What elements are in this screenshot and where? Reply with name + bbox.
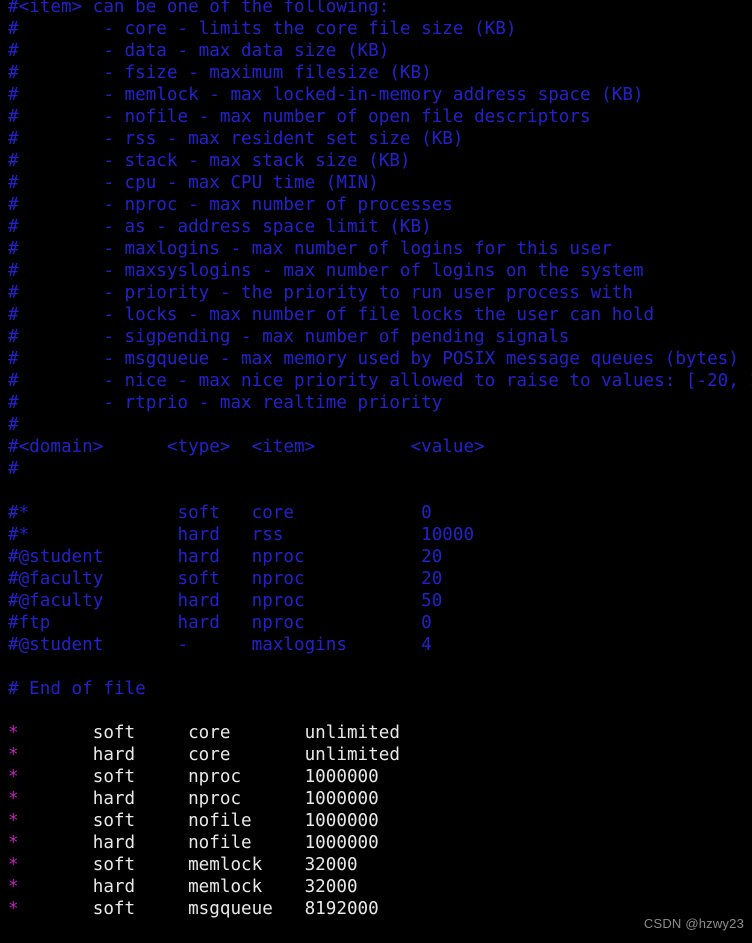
code-segment: # - nproc - max number of processes	[8, 195, 453, 215]
code-segment: # - cpu - max CPU time (MIN)	[8, 173, 379, 193]
code-segment: #	[8, 459, 19, 479]
code-segment: #@student - maxlogins 4	[8, 635, 432, 655]
code-line: # - data - max data size (KB)	[8, 40, 752, 62]
code-segment: soft memlock 32000	[18, 855, 358, 875]
code-segment: *	[8, 811, 19, 831]
code-line: * soft nproc 1000000	[8, 766, 752, 788]
code-segment: #@student hard nproc 20	[8, 547, 443, 567]
code-segment: hard memlock 32000	[18, 877, 358, 897]
code-segment: # - fsize - maximum filesize (KB)	[8, 63, 432, 83]
code-segment: #ftp hard nproc 0	[8, 613, 432, 633]
code-segment: soft msgqueue 8192000	[18, 899, 379, 919]
code-line: # - stack - max stack size (KB)	[8, 150, 752, 172]
code-segment: soft nproc 1000000	[18, 767, 379, 787]
code-line: # - fsize - maximum filesize (KB)	[8, 62, 752, 84]
code-segment: *	[8, 767, 19, 787]
code-segment: # - maxlogins - max number of logins for…	[8, 239, 612, 259]
code-line: # - as - address space limit (KB)	[8, 216, 752, 238]
code-segment: #@faculty soft nproc 20	[8, 569, 443, 589]
code-segment: *	[8, 723, 19, 743]
code-segment: #* soft core 0	[8, 503, 432, 523]
code-line: # - memlock - max locked-in-memory addre…	[8, 84, 752, 106]
code-segment: *	[8, 877, 19, 897]
code-segment: #@faculty hard nproc 50	[8, 591, 443, 611]
code-line: # - sigpending - max number of pending s…	[8, 326, 752, 348]
code-segment: # - core - limits the core file size (KB…	[8, 19, 517, 39]
code-segment: soft nofile 1000000	[18, 811, 379, 831]
code-line: * soft core unlimited	[8, 722, 752, 744]
code-segment: #* hard rss 10000	[8, 525, 475, 545]
code-line: #@faculty hard nproc 50	[8, 590, 752, 612]
code-line: # - rtprio - max realtime priority	[8, 392, 752, 414]
code-line: #* soft core 0	[8, 502, 752, 524]
code-segment: # - locks - max number of file locks the…	[8, 305, 655, 325]
code-line: # - nproc - max number of processes	[8, 194, 752, 216]
code-line: # - priority - the priority to run user …	[8, 282, 752, 304]
code-line: # - nofile - max number of open file des…	[8, 106, 752, 128]
code-segment: *	[8, 899, 19, 919]
code-segment: # - nofile - max number of open file des…	[8, 107, 591, 127]
code-segment: # - nice - max nice priority allowed to …	[8, 371, 752, 391]
code-segment: *	[8, 745, 19, 765]
code-segment: hard core unlimited	[18, 745, 400, 765]
code-line: # - nice - max nice priority allowed to …	[8, 370, 752, 392]
code-segment: *	[8, 833, 19, 853]
code-line: * hard nproc 1000000	[8, 788, 752, 810]
code-segment: # End of file	[8, 679, 146, 699]
code-line: # - cpu - max CPU time (MIN)	[8, 172, 752, 194]
code-segment: # - as - address space limit (KB)	[8, 217, 432, 237]
code-segment: # - maxsyslogins - max number of logins …	[8, 261, 644, 281]
code-line: * hard memlock 32000	[8, 876, 752, 898]
code-line: #	[8, 458, 752, 480]
code-line: # - msgqueue - max memory used by POSIX …	[8, 348, 752, 370]
code-segment: soft core unlimited	[18, 723, 400, 743]
code-segment: #<item> can be one of the following:	[8, 0, 390, 17]
code-segment: # - stack - max stack size (KB)	[8, 151, 411, 171]
code-segment: # - msgqueue - max memory used by POSIX …	[8, 349, 739, 369]
file-content: #<item> can be one of the following: # - …	[8, 0, 752, 920]
code-line: # - maxlogins - max number of logins for…	[8, 238, 752, 260]
code-line: * soft nofile 1000000	[8, 810, 752, 832]
code-line: #* hard rss 10000	[8, 524, 752, 546]
code-line: #	[8, 414, 752, 436]
code-line: # - core - limits the core file size (KB…	[8, 18, 752, 40]
code-line: # - maxsyslogins - max number of logins …	[8, 260, 752, 282]
terminal-window[interactable]: #<item> can be one of the following: # - …	[0, 0, 752, 943]
code-line: #ftp hard nproc 0	[8, 612, 752, 634]
code-line: # End of file	[8, 678, 752, 700]
code-segment: # - sigpending - max number of pending s…	[8, 327, 570, 347]
code-line: #@student hard nproc 20	[8, 546, 752, 568]
code-line: #<domain> <type> <item> <value>	[8, 436, 752, 458]
code-line: # - locks - max number of file locks the…	[8, 304, 752, 326]
code-segment: hard nproc 1000000	[18, 789, 379, 809]
code-line: # - rss - max resident set size (KB)	[8, 128, 752, 150]
code-line: * soft msgqueue 8192000	[8, 898, 752, 920]
code-segment: # - data - max data size (KB)	[8, 41, 390, 61]
code-segment: *	[8, 855, 19, 875]
code-segment: # - rtprio - max realtime priority	[8, 393, 443, 413]
code-line: * hard nofile 1000000	[8, 832, 752, 854]
code-segment: # - memlock - max locked-in-memory addre…	[8, 85, 644, 105]
code-line: * soft memlock 32000	[8, 854, 752, 876]
code-segment: #<domain> <type> <item> <value>	[8, 437, 485, 457]
code-segment: #	[8, 415, 19, 435]
code-line: #<item> can be one of the following:	[8, 0, 752, 18]
code-line: #@faculty soft nproc 20	[8, 568, 752, 590]
code-segment: hard nofile 1000000	[18, 833, 379, 853]
watermark: CSDN @hzwy23	[643, 916, 744, 931]
code-segment: # - priority - the priority to run user …	[8, 283, 633, 303]
code-line: #@student - maxlogins 4	[8, 634, 752, 656]
code-segment: # - rss - max resident set size (KB)	[8, 129, 464, 149]
code-segment: *	[8, 789, 19, 809]
code-line: * hard core unlimited	[8, 744, 752, 766]
